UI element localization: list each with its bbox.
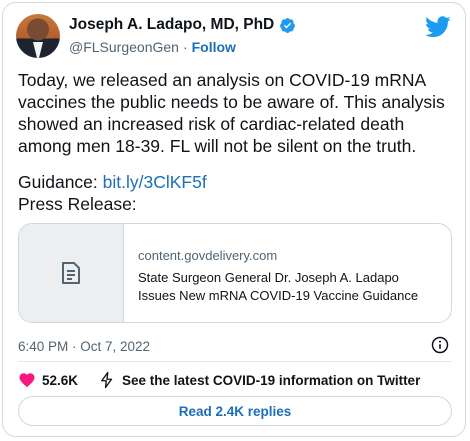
separator-dot: · — [182, 39, 188, 55]
tweet-text: Today, we released an analysis on COVID-… — [18, 70, 445, 156]
follow-button[interactable]: Follow — [192, 39, 236, 55]
likes-count: 52.6K — [42, 372, 79, 388]
author-handle[interactable]: @FLSurgeonGen — [69, 39, 179, 55]
link-title: State Surgeon General Dr. Joseph A. Lada… — [138, 270, 419, 303]
tweet-timestamp[interactable]: 6:40 PM · Oct 7, 2022 — [18, 339, 150, 354]
document-icon — [62, 262, 80, 284]
link-card-text: content.govdelivery.com State Surgeon Ge… — [124, 224, 428, 322]
covid-info-link[interactable]: See the latest COVID-19 information on T… — [98, 371, 420, 389]
author-name-row: Joseph A. Ladapo, MD, PhD — [69, 16, 296, 34]
guidance-label: Guidance: — [18, 172, 98, 192]
guidance-line: Guidance: bit.ly/3ClKF5f — [18, 171, 207, 193]
tweet-card: Joseph A. Ladapo, MD, PhD @FLSurgeonGen … — [2, 2, 466, 437]
like-button[interactable]: 52.6K — [18, 371, 78, 389]
avatar[interactable] — [16, 14, 60, 58]
link-thumbnail — [19, 224, 124, 322]
handle-row: @FLSurgeonGen · Follow — [69, 39, 236, 55]
press-release-label: Press Release: — [18, 194, 137, 214]
verified-badge-icon — [280, 17, 296, 33]
link-domain: content.govdelivery.com — [138, 248, 278, 263]
guidance-link[interactable]: bit.ly/3ClKF5f — [103, 172, 207, 192]
twitter-bird-icon[interactable] — [425, 16, 451, 38]
covid-info-label: See the latest COVID-19 information on T… — [122, 372, 421, 388]
lightning-icon — [101, 371, 113, 389]
link-preview-card[interactable]: content.govdelivery.com State Surgeon Ge… — [18, 223, 452, 323]
divider — [18, 361, 452, 362]
heart-icon — [19, 373, 35, 388]
info-icon[interactable] — [431, 336, 449, 354]
read-replies-button[interactable]: Read 2.4K replies — [18, 396, 452, 426]
author-name[interactable]: Joseph A. Ladapo, MD, PhD — [69, 16, 274, 34]
action-bar: 52.6K See the latest COVID-19 informatio… — [18, 371, 420, 389]
